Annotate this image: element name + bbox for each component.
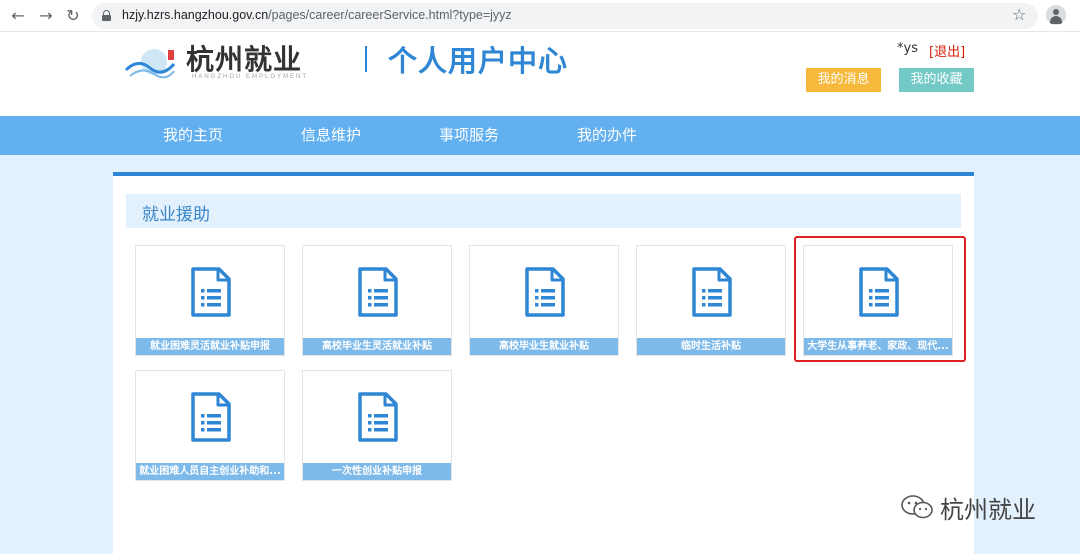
service-card-label: 一次性创业补贴申报	[303, 463, 451, 480]
reload-icon[interactable]: ↻	[63, 6, 83, 26]
service-card[interactable]: 高校毕业生就业补贴	[469, 245, 619, 356]
address-bar[interactable]: hzjy.hzrs.hangzhou.gov.cn/pages/career/c…	[92, 3, 1038, 29]
section-title: 就业援助	[142, 205, 210, 225]
star-icon[interactable]: ☆	[1012, 5, 1026, 24]
nav-item-my-cases[interactable]: 我的办件	[577, 116, 637, 155]
document-icon	[692, 267, 732, 317]
url-host: hzjy.hzrs.hangzhou.gov.cn	[122, 8, 269, 22]
page-title: 个人用户中心	[388, 44, 569, 78]
document-icon	[191, 392, 231, 442]
document-icon	[358, 392, 398, 442]
service-card[interactable]: 高校毕业生灵活就业补贴	[302, 245, 452, 356]
arrow-right-icon[interactable]: →	[36, 6, 56, 26]
logo-subtitle: HANGZHOU EMPLOYMENT	[192, 74, 309, 80]
service-card-label: 临时生活补贴	[637, 338, 785, 355]
document-icon	[191, 267, 231, 317]
user-name: *ys	[897, 41, 918, 56]
url-text[interactable]: hzjy.hzrs.hangzhou.gov.cn/pages/career/c…	[122, 8, 512, 22]
document-icon	[358, 267, 398, 317]
content-panel	[113, 172, 974, 554]
title-divider	[365, 46, 367, 72]
profile-avatar-icon[interactable]	[1046, 5, 1066, 25]
nav-item-info[interactable]: 信息维护	[301, 116, 361, 155]
browser-toolbar: ← → ↻ hzjy.hzrs.hangzhou.gov.cn/pages/ca…	[0, 0, 1080, 32]
highlight-box	[794, 236, 966, 362]
lock-icon[interactable]	[102, 10, 111, 21]
service-card[interactable]: 一次性创业补贴申报	[302, 370, 452, 481]
service-card[interactable]: 就业困难人员自主创业补助和...	[135, 370, 285, 481]
document-icon	[525, 267, 565, 317]
section-header: 就业援助	[126, 194, 961, 228]
service-card-label: 高校毕业生就业补贴	[470, 338, 618, 355]
nav-item-services[interactable]: 事项服务	[439, 116, 499, 155]
my-messages-button[interactable]: 我的消息	[806, 68, 881, 92]
service-card[interactable]: 临时生活补贴	[636, 245, 786, 356]
my-favorites-button[interactable]: 我的收藏	[899, 68, 974, 92]
logo-text: 杭州就业	[186, 43, 303, 76]
url-path: /pages/career/careerService.html?type=jy…	[268, 8, 512, 22]
logout-link[interactable]: [退出]	[929, 41, 965, 60]
main-nav: 我的主页 信息维护 事项服务 我的办件	[0, 116, 1080, 155]
wechat-icon	[901, 495, 933, 519]
site-header: 杭州就业 HANGZHOU EMPLOYMENT 个人用户中心 *ys [退出]…	[0, 32, 1080, 116]
service-card-label: 就业困难人员自主创业补助和...	[136, 463, 284, 480]
logo-swoosh-icon	[124, 49, 176, 79]
nav-item-home[interactable]: 我的主页	[163, 116, 223, 155]
service-card-label: 就业困难灵活就业补贴申报	[136, 338, 284, 355]
arrow-left-icon[interactable]: ←	[8, 6, 28, 26]
watermark-text: 杭州就业	[940, 496, 1036, 524]
service-card-label: 高校毕业生灵活就业补贴	[303, 338, 451, 355]
service-card[interactable]: 就业困难灵活就业补贴申报	[135, 245, 285, 356]
